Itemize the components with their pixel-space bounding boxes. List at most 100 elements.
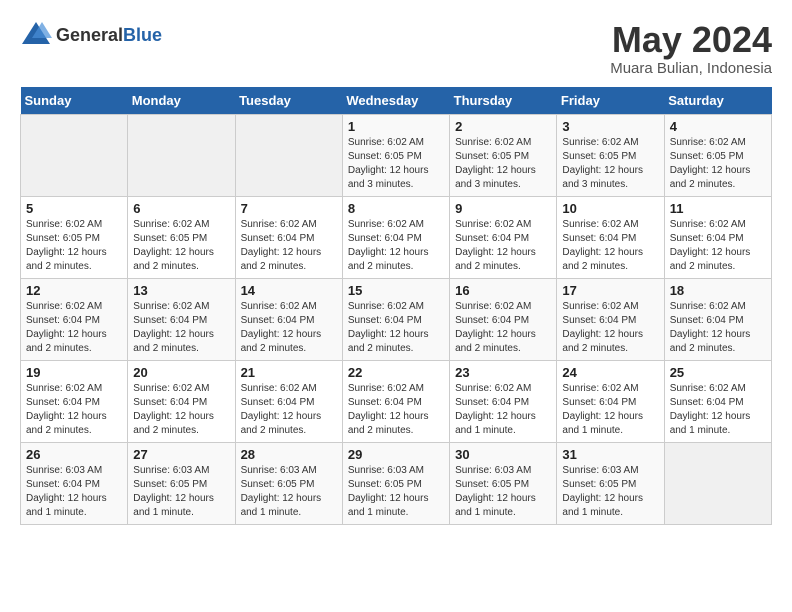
day-number: 14 — [241, 283, 337, 298]
calendar-cell: 2 Sunrise: 6:02 AM Sunset: 6:05 PM Daylig… — [450, 114, 557, 196]
day-info: Sunrise: 6:02 AM Sunset: 6:05 PM Dayligh… — [670, 136, 766, 192]
calendar-cell: 30 Sunrise: 6:03 AM Sunset: 6:05 PM Dayli… — [450, 442, 557, 524]
day-number: 13 — [133, 283, 229, 298]
day-number: 29 — [348, 447, 444, 462]
day-info: Sunrise: 6:02 AM Sunset: 6:04 PM Dayligh… — [241, 382, 337, 438]
day-number: 15 — [348, 283, 444, 298]
weekday-header-sunday: Sunday — [21, 87, 128, 115]
day-number: 30 — [455, 447, 551, 462]
day-info: Sunrise: 6:03 AM Sunset: 6:05 PM Dayligh… — [133, 464, 229, 520]
day-info: Sunrise: 6:02 AM Sunset: 6:04 PM Dayligh… — [241, 300, 337, 356]
calendar-cell: 14 Sunrise: 6:02 AM Sunset: 6:04 PM Dayli… — [235, 278, 342, 360]
calendar-subtitle: Muara Bulian, Indonesia — [610, 60, 772, 77]
day-number: 20 — [133, 365, 229, 380]
day-info: Sunrise: 6:02 AM Sunset: 6:04 PM Dayligh… — [133, 300, 229, 356]
day-info: Sunrise: 6:02 AM Sunset: 6:04 PM Dayligh… — [241, 218, 337, 274]
day-info: Sunrise: 6:03 AM Sunset: 6:05 PM Dayligh… — [241, 464, 337, 520]
day-info: Sunrise: 6:03 AM Sunset: 6:04 PM Dayligh… — [26, 464, 122, 520]
day-info: Sunrise: 6:02 AM Sunset: 6:04 PM Dayligh… — [455, 300, 551, 356]
day-number: 12 — [26, 283, 122, 298]
calendar-cell: 28 Sunrise: 6:03 AM Sunset: 6:05 PM Dayli… — [235, 442, 342, 524]
calendar-cell: 11Sunrise: 6:02 AM Sunset: 6:04 PM Dayli… — [664, 196, 771, 278]
day-number: 24 — [562, 365, 658, 380]
weekday-header-saturday: Saturday — [664, 87, 771, 115]
day-info: Sunrise: 6:02 AM Sunset: 6:05 PM Dayligh… — [133, 218, 229, 274]
day-number: 8 — [348, 201, 444, 216]
calendar-cell: 7 Sunrise: 6:02 AM Sunset: 6:04 PM Daylig… — [235, 196, 342, 278]
calendar-cell: 21 Sunrise: 6:02 AM Sunset: 6:04 PM Dayli… — [235, 360, 342, 442]
day-number: 28 — [241, 447, 337, 462]
day-number: 9 — [455, 201, 551, 216]
day-info: Sunrise: 6:02 AM Sunset: 6:04 PM Dayligh… — [562, 300, 658, 356]
day-info: Sunrise: 6:02 AM Sunset: 6:04 PM Dayligh… — [455, 218, 551, 274]
calendar-cell: 19 Sunrise: 6:02 AM Sunset: 6:04 PM Dayli… — [21, 360, 128, 442]
day-info: Sunrise: 6:02 AM Sunset: 6:04 PM Dayligh… — [562, 218, 658, 274]
day-info: Sunrise: 6:02 AM Sunset: 6:05 PM Dayligh… — [348, 136, 444, 192]
calendar-cell: 4 Sunrise: 6:02 AM Sunset: 6:05 PM Daylig… — [664, 114, 771, 196]
calendar-cell — [235, 114, 342, 196]
calendar-cell: 6Sunrise: 6:02 AM Sunset: 6:05 PM Daylig… — [128, 196, 235, 278]
day-number: 17 — [562, 283, 658, 298]
weekday-header-monday: Monday — [128, 87, 235, 115]
logo: GeneralBlue — [20, 20, 162, 51]
calendar-cell: 16 Sunrise: 6:02 AM Sunset: 6:04 PM Dayli… — [450, 278, 557, 360]
day-info: Sunrise: 6:02 AM Sunset: 6:05 PM Dayligh… — [562, 136, 658, 192]
calendar-cell: 15 Sunrise: 6:02 AM Sunset: 6:04 PM Dayli… — [342, 278, 449, 360]
day-info: Sunrise: 6:02 AM Sunset: 6:04 PM Dayligh… — [26, 300, 122, 356]
calendar-cell — [128, 114, 235, 196]
day-number: 1 — [348, 119, 444, 134]
day-info: Sunrise: 6:02 AM Sunset: 6:05 PM Dayligh… — [455, 136, 551, 192]
day-number: 21 — [241, 365, 337, 380]
day-info: Sunrise: 6:02 AM Sunset: 6:04 PM Dayligh… — [670, 382, 766, 438]
calendar-cell — [664, 442, 771, 524]
calendar-cell: 29 Sunrise: 6:03 AM Sunset: 6:05 PM Dayli… — [342, 442, 449, 524]
weekday-header-wednesday: Wednesday — [342, 87, 449, 115]
day-info: Sunrise: 6:02 AM Sunset: 6:04 PM Dayligh… — [133, 382, 229, 438]
logo-text-blue: Blue — [123, 25, 162, 45]
day-number: 4 — [670, 119, 766, 134]
day-number: 16 — [455, 283, 551, 298]
day-number: 2 — [455, 119, 551, 134]
day-number: 10 — [562, 201, 658, 216]
day-number: 19 — [26, 365, 122, 380]
day-number: 22 — [348, 365, 444, 380]
calendar-cell: 17 Sunrise: 6:02 AM Sunset: 6:04 PM Dayli… — [557, 278, 664, 360]
calendar-cell: 8Sunrise: 6:02 AM Sunset: 6:04 PM Daylig… — [342, 196, 449, 278]
day-info: Sunrise: 6:02 AM Sunset: 6:04 PM Dayligh… — [26, 382, 122, 438]
calendar-cell: 10 Sunrise: 6:02 AM Sunset: 6:04 PM Dayli… — [557, 196, 664, 278]
calendar-cell: 9 Sunrise: 6:02 AM Sunset: 6:04 PM Daylig… — [450, 196, 557, 278]
day-number: 26 — [26, 447, 122, 462]
calendar-cell: 31Sunrise: 6:03 AM Sunset: 6:05 PM Dayli… — [557, 442, 664, 524]
day-number: 18 — [670, 283, 766, 298]
calendar-cell: 3 Sunrise: 6:02 AM Sunset: 6:05 PM Daylig… — [557, 114, 664, 196]
calendar-cell: 5 Sunrise: 6:02 AM Sunset: 6:05 PM Daylig… — [21, 196, 128, 278]
day-number: 31 — [562, 447, 658, 462]
calendar-week-2: 5 Sunrise: 6:02 AM Sunset: 6:05 PM Daylig… — [21, 196, 772, 278]
day-info: Sunrise: 6:02 AM Sunset: 6:04 PM Dayligh… — [670, 218, 766, 274]
day-info: Sunrise: 6:02 AM Sunset: 6:04 PM Dayligh… — [670, 300, 766, 356]
calendar-cell: 26 Sunrise: 6:03 AM Sunset: 6:04 PM Dayli… — [21, 442, 128, 524]
day-info: Sunrise: 6:02 AM Sunset: 6:04 PM Dayligh… — [348, 300, 444, 356]
calendar-week-3: 12 Sunrise: 6:02 AM Sunset: 6:04 PM Dayli… — [21, 278, 772, 360]
calendar-title: May 2024 — [610, 20, 772, 60]
calendar-week-1: 1 Sunrise: 6:02 AM Sunset: 6:05 PM Daylig… — [21, 114, 772, 196]
calendar-cell: 1 Sunrise: 6:02 AM Sunset: 6:05 PM Daylig… — [342, 114, 449, 196]
weekday-header-friday: Friday — [557, 87, 664, 115]
day-info: Sunrise: 6:02 AM Sunset: 6:04 PM Dayligh… — [455, 382, 551, 438]
day-info: Sunrise: 6:02 AM Sunset: 6:04 PM Dayligh… — [562, 382, 658, 438]
calendar-table: SundayMondayTuesdayWednesdayThursdayFrid… — [20, 87, 772, 525]
day-info: Sunrise: 6:03 AM Sunset: 6:05 PM Dayligh… — [348, 464, 444, 520]
day-number: 3 — [562, 119, 658, 134]
day-number: 27 — [133, 447, 229, 462]
calendar-cell — [21, 114, 128, 196]
calendar-week-5: 26 Sunrise: 6:03 AM Sunset: 6:04 PM Dayli… — [21, 442, 772, 524]
day-number: 7 — [241, 201, 337, 216]
calendar-cell: 20 Sunrise: 6:02 AM Sunset: 6:04 PM Dayli… — [128, 360, 235, 442]
calendar-week-4: 19 Sunrise: 6:02 AM Sunset: 6:04 PM Dayli… — [21, 360, 772, 442]
day-number: 5 — [26, 201, 122, 216]
day-info: Sunrise: 6:02 AM Sunset: 6:05 PM Dayligh… — [26, 218, 122, 274]
logo-icon — [20, 20, 52, 51]
weekday-header-row: SundayMondayTuesdayWednesdayThursdayFrid… — [21, 87, 772, 115]
calendar-cell: 18 Sunrise: 6:02 AM Sunset: 6:04 PM Dayli… — [664, 278, 771, 360]
day-info: Sunrise: 6:03 AM Sunset: 6:05 PM Dayligh… — [455, 464, 551, 520]
